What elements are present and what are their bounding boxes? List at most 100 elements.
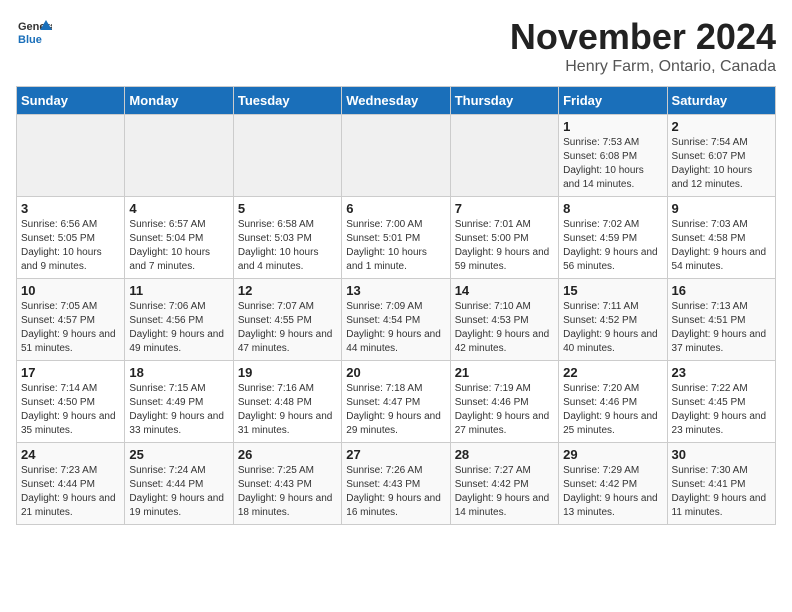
calendar-cell: 19Sunrise: 7:16 AM Sunset: 4:48 PM Dayli… xyxy=(233,361,341,443)
svg-text:Blue: Blue xyxy=(18,34,42,46)
calendar-cell: 7 Sunrise: 7:01 AM Sunset: 5:00 PM Daylig… xyxy=(450,197,558,279)
day-number: 12 xyxy=(238,283,337,298)
calendar-cell xyxy=(17,115,125,197)
week-row-5: 24 Sunrise: 7:23 AM Sunset: 4:44 PM Dayli… xyxy=(17,443,776,525)
day-header-friday: Friday xyxy=(559,87,667,115)
day-info: Sunrise: 7:18 AM Sunset: 4:47 PM Dayligh… xyxy=(346,382,445,438)
calendar-cell: 26Sunrise: 7:25 AM Sunset: 4:43 PM Dayli… xyxy=(233,443,341,525)
calendar-cell: 12 Sunrise: 7:07 AM Sunset: 4:55 PM Dayli… xyxy=(233,279,341,361)
day-number: 29 xyxy=(563,447,662,462)
day-number: 10 xyxy=(21,283,120,298)
day-info: Sunrise: 7:11 AM Sunset: 4:52 PM Dayligh… xyxy=(563,300,662,356)
day-number: 18 xyxy=(129,365,228,380)
month-title: November 2024 xyxy=(510,16,776,58)
day-number: 23 xyxy=(672,365,771,380)
day-number: 7 xyxy=(455,201,554,216)
week-row-4: 17 Sunrise: 7:14 AM Sunset: 4:50 PM Dayli… xyxy=(17,361,776,443)
calendar-cell: 16 Sunrise: 7:13 AM Sunset: 4:51 PM Dayli… xyxy=(667,279,775,361)
calendar-cell xyxy=(125,115,233,197)
day-info: Sunrise: 7:23 AM Sunset: 4:44 PM Dayligh… xyxy=(21,464,120,520)
week-row-2: 3Sunrise: 6:56 AM Sunset: 5:05 PM Daylig… xyxy=(17,197,776,279)
calendar-cell: 9 Sunrise: 7:03 AM Sunset: 4:58 PM Daylig… xyxy=(667,197,775,279)
location-subtitle: Henry Farm, Ontario, Canada xyxy=(510,58,776,76)
calendar-cell: 17 Sunrise: 7:14 AM Sunset: 4:50 PM Dayli… xyxy=(17,361,125,443)
day-header-sunday: Sunday xyxy=(17,87,125,115)
day-header-wednesday: Wednesday xyxy=(342,87,450,115)
calendar-cell: 25 Sunrise: 7:24 AM Sunset: 4:44 PM Dayli… xyxy=(125,443,233,525)
day-number: 30 xyxy=(672,447,771,462)
calendar-cell: 11Sunrise: 7:06 AM Sunset: 4:56 PM Dayli… xyxy=(125,279,233,361)
logo: General Blue xyxy=(16,16,52,52)
calendar-cell: 24 Sunrise: 7:23 AM Sunset: 4:44 PM Dayli… xyxy=(17,443,125,525)
day-info: Sunrise: 7:27 AM Sunset: 4:42 PM Dayligh… xyxy=(455,464,554,520)
logo-svg: General Blue xyxy=(16,16,52,52)
day-info: Sunrise: 7:26 AM Sunset: 4:43 PM Dayligh… xyxy=(346,464,445,520)
week-row-3: 10 Sunrise: 7:05 AM Sunset: 4:57 PM Dayli… xyxy=(17,279,776,361)
day-info: Sunrise: 7:14 AM Sunset: 4:50 PM Dayligh… xyxy=(21,382,120,438)
calendar-cell: 1 Sunrise: 7:53 AM Sunset: 6:08 PM Daylig… xyxy=(559,115,667,197)
day-info: Sunrise: 7:00 AM Sunset: 5:01 PM Dayligh… xyxy=(346,218,445,274)
calendar-cell: 23 Sunrise: 7:22 AM Sunset: 4:45 PM Dayli… xyxy=(667,361,775,443)
day-number: 19 xyxy=(238,365,337,380)
day-number: 13 xyxy=(346,283,445,298)
day-header-monday: Monday xyxy=(125,87,233,115)
day-number: 22 xyxy=(563,365,662,380)
day-info: Sunrise: 7:20 AM Sunset: 4:46 PM Dayligh… xyxy=(563,382,662,438)
day-number: 9 xyxy=(672,201,771,216)
day-info: Sunrise: 6:56 AM Sunset: 5:05 PM Dayligh… xyxy=(21,218,120,274)
day-number: 25 xyxy=(129,447,228,462)
calendar-cell: 28 Sunrise: 7:27 AM Sunset: 4:42 PM Dayli… xyxy=(450,443,558,525)
calendar-cell: 27 Sunrise: 7:26 AM Sunset: 4:43 PM Dayli… xyxy=(342,443,450,525)
week-row-1: 1 Sunrise: 7:53 AM Sunset: 6:08 PM Daylig… xyxy=(17,115,776,197)
calendar-cell: 20 Sunrise: 7:18 AM Sunset: 4:47 PM Dayli… xyxy=(342,361,450,443)
day-info: Sunrise: 7:13 AM Sunset: 4:51 PM Dayligh… xyxy=(672,300,771,356)
day-info: Sunrise: 7:06 AM Sunset: 4:56 PM Dayligh… xyxy=(129,300,228,356)
day-info: Sunrise: 7:07 AM Sunset: 4:55 PM Dayligh… xyxy=(238,300,337,356)
day-info: Sunrise: 7:09 AM Sunset: 4:54 PM Dayligh… xyxy=(346,300,445,356)
calendar-cell xyxy=(342,115,450,197)
calendar-cell: 22 Sunrise: 7:20 AM Sunset: 4:46 PM Dayli… xyxy=(559,361,667,443)
day-info: Sunrise: 6:58 AM Sunset: 5:03 PM Dayligh… xyxy=(238,218,337,274)
day-number: 21 xyxy=(455,365,554,380)
calendar-cell xyxy=(233,115,341,197)
day-info: Sunrise: 7:30 AM Sunset: 4:41 PM Dayligh… xyxy=(672,464,771,520)
day-number: 1 xyxy=(563,119,662,134)
day-number: 17 xyxy=(21,365,120,380)
day-info: Sunrise: 7:22 AM Sunset: 4:45 PM Dayligh… xyxy=(672,382,771,438)
day-number: 4 xyxy=(129,201,228,216)
day-number: 28 xyxy=(455,447,554,462)
day-info: Sunrise: 7:02 AM Sunset: 4:59 PM Dayligh… xyxy=(563,218,662,274)
day-info: Sunrise: 7:24 AM Sunset: 4:44 PM Dayligh… xyxy=(129,464,228,520)
day-header-saturday: Saturday xyxy=(667,87,775,115)
day-info: Sunrise: 7:05 AM Sunset: 4:57 PM Dayligh… xyxy=(21,300,120,356)
calendar-cell: 10 Sunrise: 7:05 AM Sunset: 4:57 PM Dayli… xyxy=(17,279,125,361)
header-row: SundayMondayTuesdayWednesdayThursdayFrid… xyxy=(17,87,776,115)
day-info: Sunrise: 7:03 AM Sunset: 4:58 PM Dayligh… xyxy=(672,218,771,274)
day-number: 6 xyxy=(346,201,445,216)
calendar-table: SundayMondayTuesdayWednesdayThursdayFrid… xyxy=(16,86,776,525)
day-number: 15 xyxy=(563,283,662,298)
day-info: Sunrise: 7:01 AM Sunset: 5:00 PM Dayligh… xyxy=(455,218,554,274)
day-number: 24 xyxy=(21,447,120,462)
day-info: Sunrise: 7:25 AM Sunset: 4:43 PM Dayligh… xyxy=(238,464,337,520)
day-number: 5 xyxy=(238,201,337,216)
calendar-cell: 8 Sunrise: 7:02 AM Sunset: 4:59 PM Daylig… xyxy=(559,197,667,279)
day-info: Sunrise: 7:15 AM Sunset: 4:49 PM Dayligh… xyxy=(129,382,228,438)
day-number: 8 xyxy=(563,201,662,216)
day-number: 14 xyxy=(455,283,554,298)
header: General Blue November 2024 Henry Farm, O… xyxy=(16,16,776,76)
calendar-cell: 18 Sunrise: 7:15 AM Sunset: 4:49 PM Dayli… xyxy=(125,361,233,443)
calendar-cell: 14 Sunrise: 7:10 AM Sunset: 4:53 PM Dayli… xyxy=(450,279,558,361)
calendar-cell: 3Sunrise: 6:56 AM Sunset: 5:05 PM Daylig… xyxy=(17,197,125,279)
day-info: Sunrise: 7:53 AM Sunset: 6:08 PM Dayligh… xyxy=(563,136,662,192)
calendar-cell: 29 Sunrise: 7:29 AM Sunset: 4:42 PM Dayli… xyxy=(559,443,667,525)
day-info: Sunrise: 7:10 AM Sunset: 4:53 PM Dayligh… xyxy=(455,300,554,356)
day-info: Sunrise: 6:57 AM Sunset: 5:04 PM Dayligh… xyxy=(129,218,228,274)
day-number: 27 xyxy=(346,447,445,462)
day-info: Sunrise: 7:19 AM Sunset: 4:46 PM Dayligh… xyxy=(455,382,554,438)
day-number: 20 xyxy=(346,365,445,380)
day-info: Sunrise: 7:29 AM Sunset: 4:42 PM Dayligh… xyxy=(563,464,662,520)
calendar-cell: 5 Sunrise: 6:58 AM Sunset: 5:03 PM Daylig… xyxy=(233,197,341,279)
day-number: 16 xyxy=(672,283,771,298)
day-info: Sunrise: 7:54 AM Sunset: 6:07 PM Dayligh… xyxy=(672,136,771,192)
